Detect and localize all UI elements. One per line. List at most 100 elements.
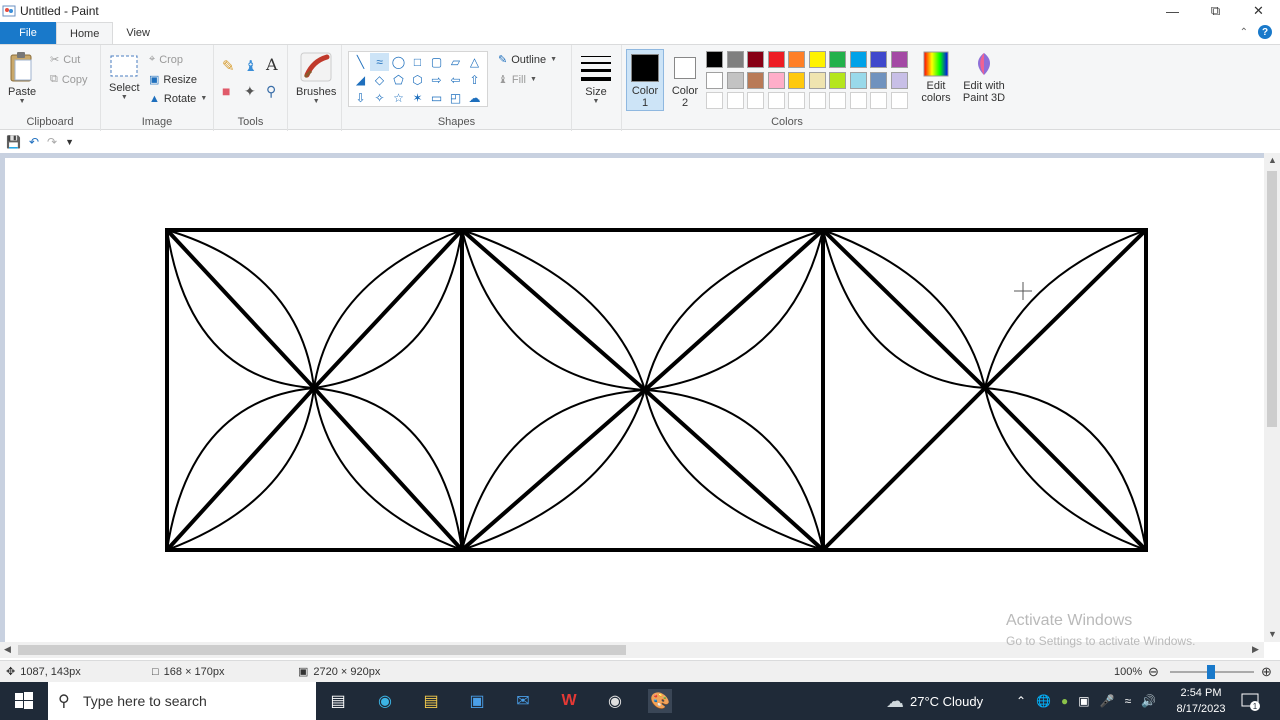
pencil-icon[interactable]: ✎ <box>222 57 235 75</box>
zoom-slider-thumb[interactable] <box>1207 665 1215 679</box>
tray-app-icon[interactable]: ● <box>1061 694 1068 708</box>
task-view-icon[interactable]: ▤ <box>326 689 350 713</box>
color1-button[interactable]: Color 1 <box>626 49 664 111</box>
palette-swatch[interactable] <box>726 51 744 68</box>
vertical-scroll-thumb[interactable] <box>1267 171 1277 427</box>
line-shape-icon[interactable]: ╲ <box>351 53 370 71</box>
help-icon[interactable]: ? <box>1258 25 1272 39</box>
scroll-left-icon[interactable]: ◀ <box>4 644 11 655</box>
save-icon[interactable]: 💾 <box>6 135 21 149</box>
hexagon-shape-icon[interactable]: ⬡ <box>408 71 427 89</box>
palette-swatch[interactable] <box>706 92 723 109</box>
palette-swatch[interactable] <box>870 71 887 89</box>
scroll-right-icon[interactable]: ▶ <box>1252 644 1259 655</box>
diamond-shape-icon[interactable]: ◇ <box>370 71 389 89</box>
palette-swatch[interactable] <box>767 92 785 109</box>
minimize-button[interactable]: — <box>1151 0 1194 22</box>
select-dropdown-icon[interactable]: ▼ <box>121 94 128 102</box>
rotate-dropdown-icon[interactable]: ▼ <box>200 95 207 103</box>
brushes-button[interactable]: Brushes ▼ <box>296 51 336 106</box>
palette-swatch[interactable] <box>829 92 846 109</box>
size-button[interactable]: Size ▼ <box>580 51 612 106</box>
media-app-icon[interactable]: ◉ <box>603 689 627 713</box>
edit-colors-button[interactable]: Edit colors <box>916 51 956 104</box>
four-point-star-shape-icon[interactable]: ✧ <box>370 89 389 107</box>
paste-button[interactable]: Paste ▼ <box>8 51 36 106</box>
redo-icon[interactable]: ↷ <box>47 135 57 149</box>
palette-swatch[interactable] <box>890 71 908 89</box>
color-picker-icon[interactable]: ✦ <box>244 83 256 100</box>
palette-swatch[interactable] <box>829 51 846 68</box>
show-hidden-icons-icon[interactable]: ⌃ <box>1016 694 1026 708</box>
brushes-dropdown-icon[interactable]: ▼ <box>313 98 320 106</box>
customize-toolbar-icon[interactable]: ▼ <box>65 137 74 147</box>
wifi-icon[interactable]: ≈ <box>1125 694 1132 708</box>
horizontal-scroll-thumb[interactable] <box>18 645 626 655</box>
palette-swatch[interactable] <box>849 51 867 68</box>
tray-app2-icon[interactable]: ▣ <box>1078 694 1089 708</box>
mail-icon[interactable]: ✉ <box>511 689 535 713</box>
palette-swatch[interactable] <box>747 51 764 68</box>
text-tool-icon[interactable]: A <box>266 55 278 74</box>
fill-button[interactable]: ♝ Fill ▼ <box>498 73 537 87</box>
select-button[interactable]: Select ▼ <box>109 53 140 102</box>
volume-icon[interactable]: 🔊 <box>1141 694 1156 708</box>
right-triangle-shape-icon[interactable]: ◢ <box>351 71 370 89</box>
rounded-rectangle-shape-icon[interactable]: ▢ <box>427 53 446 71</box>
cut-button[interactable]: ✂ Cut <box>50 53 80 67</box>
resize-button[interactable]: ▣ Resize <box>149 73 197 87</box>
microphone-icon[interactable]: 🎤 <box>1100 694 1115 708</box>
edge-browser-icon[interactable]: ◉ <box>373 689 397 713</box>
clock[interactable]: 2:54 PM 8/17/2023 <box>1172 685 1230 717</box>
palette-swatch[interactable] <box>870 92 887 109</box>
microsoft-store-icon[interactable]: ▣ <box>465 689 489 713</box>
palette-swatch[interactable] <box>706 71 723 89</box>
palette-swatch[interactable] <box>808 51 826 68</box>
polygon-shape-icon[interactable]: ▱ <box>446 53 465 71</box>
collapse-ribbon-icon[interactable]: ⌃ <box>1240 27 1248 38</box>
fill-bucket-icon[interactable]: ♝ <box>244 57 257 75</box>
palette-swatch[interactable] <box>829 71 846 89</box>
tab-view[interactable]: View <box>113 22 163 44</box>
windows-start-icon[interactable] <box>12 689 36 713</box>
taskbar-search[interactable]: ⚲ Type here to search <box>48 682 316 720</box>
weather-widget[interactable]: ☁ 27°C Cloudy <box>886 682 983 720</box>
palette-swatch[interactable] <box>706 51 723 68</box>
palette-swatch[interactable] <box>849 92 867 109</box>
drawing-canvas[interactable] <box>5 158 1264 642</box>
oval-shape-icon[interactable]: ◯ <box>389 53 408 71</box>
curve-shape-icon[interactable]: ≈ <box>370 53 389 71</box>
palette-swatch[interactable] <box>767 51 785 68</box>
palette-swatch[interactable] <box>890 92 908 109</box>
file-explorer-icon[interactable]: ▤ <box>419 689 443 713</box>
outline-button[interactable]: ✎ Outline ▼ <box>498 53 557 67</box>
six-point-star-shape-icon[interactable]: ✶ <box>408 89 427 107</box>
network-globe-icon[interactable]: 🌐 <box>1036 694 1051 708</box>
palette-swatch[interactable] <box>849 71 867 89</box>
tab-file[interactable]: File <box>0 22 56 44</box>
palette-swatch[interactable] <box>808 92 826 109</box>
left-arrow-shape-icon[interactable]: ⇦ <box>446 71 465 89</box>
notification-icon[interactable]: 1 <box>1240 691 1260 711</box>
palette-swatch[interactable] <box>767 71 785 89</box>
rectangle-shape-icon[interactable]: □ <box>408 53 427 71</box>
vertical-scrollbar[interactable]: ▲ ▼ <box>1264 153 1280 642</box>
zoom-out-icon[interactable]: ⊖ <box>1148 664 1159 680</box>
color2-button[interactable]: Color 2 <box>668 49 702 109</box>
right-arrow-shape-icon[interactable]: ⇨ <box>427 71 446 89</box>
undo-icon[interactable]: ↶ <box>29 135 39 149</box>
scroll-up-icon[interactable]: ▲ <box>1268 155 1277 165</box>
oval-callout-shape-icon[interactable]: ◰ <box>446 89 465 107</box>
size-dropdown-icon[interactable]: ▼ <box>593 98 600 106</box>
zoom-in-icon[interactable]: ⊕ <box>1261 664 1272 680</box>
edit-with-paint3d-button[interactable]: Edit with Paint 3D <box>960 51 1008 104</box>
close-button[interactable]: ✕ <box>1237 0 1280 22</box>
palette-swatch[interactable] <box>788 51 805 68</box>
palette-swatch[interactable] <box>788 92 805 109</box>
paint-taskbar-icon[interactable]: 🎨 <box>648 689 672 713</box>
magnifier-icon[interactable]: ⚲ <box>266 83 276 100</box>
pentagon-shape-icon[interactable]: ⬠ <box>389 71 408 89</box>
copy-button[interactable]: ⧉ Copy <box>50 73 88 86</box>
rotate-button[interactable]: ▲ Rotate ▼ <box>149 93 207 105</box>
scroll-down-icon[interactable]: ▼ <box>1268 629 1277 639</box>
